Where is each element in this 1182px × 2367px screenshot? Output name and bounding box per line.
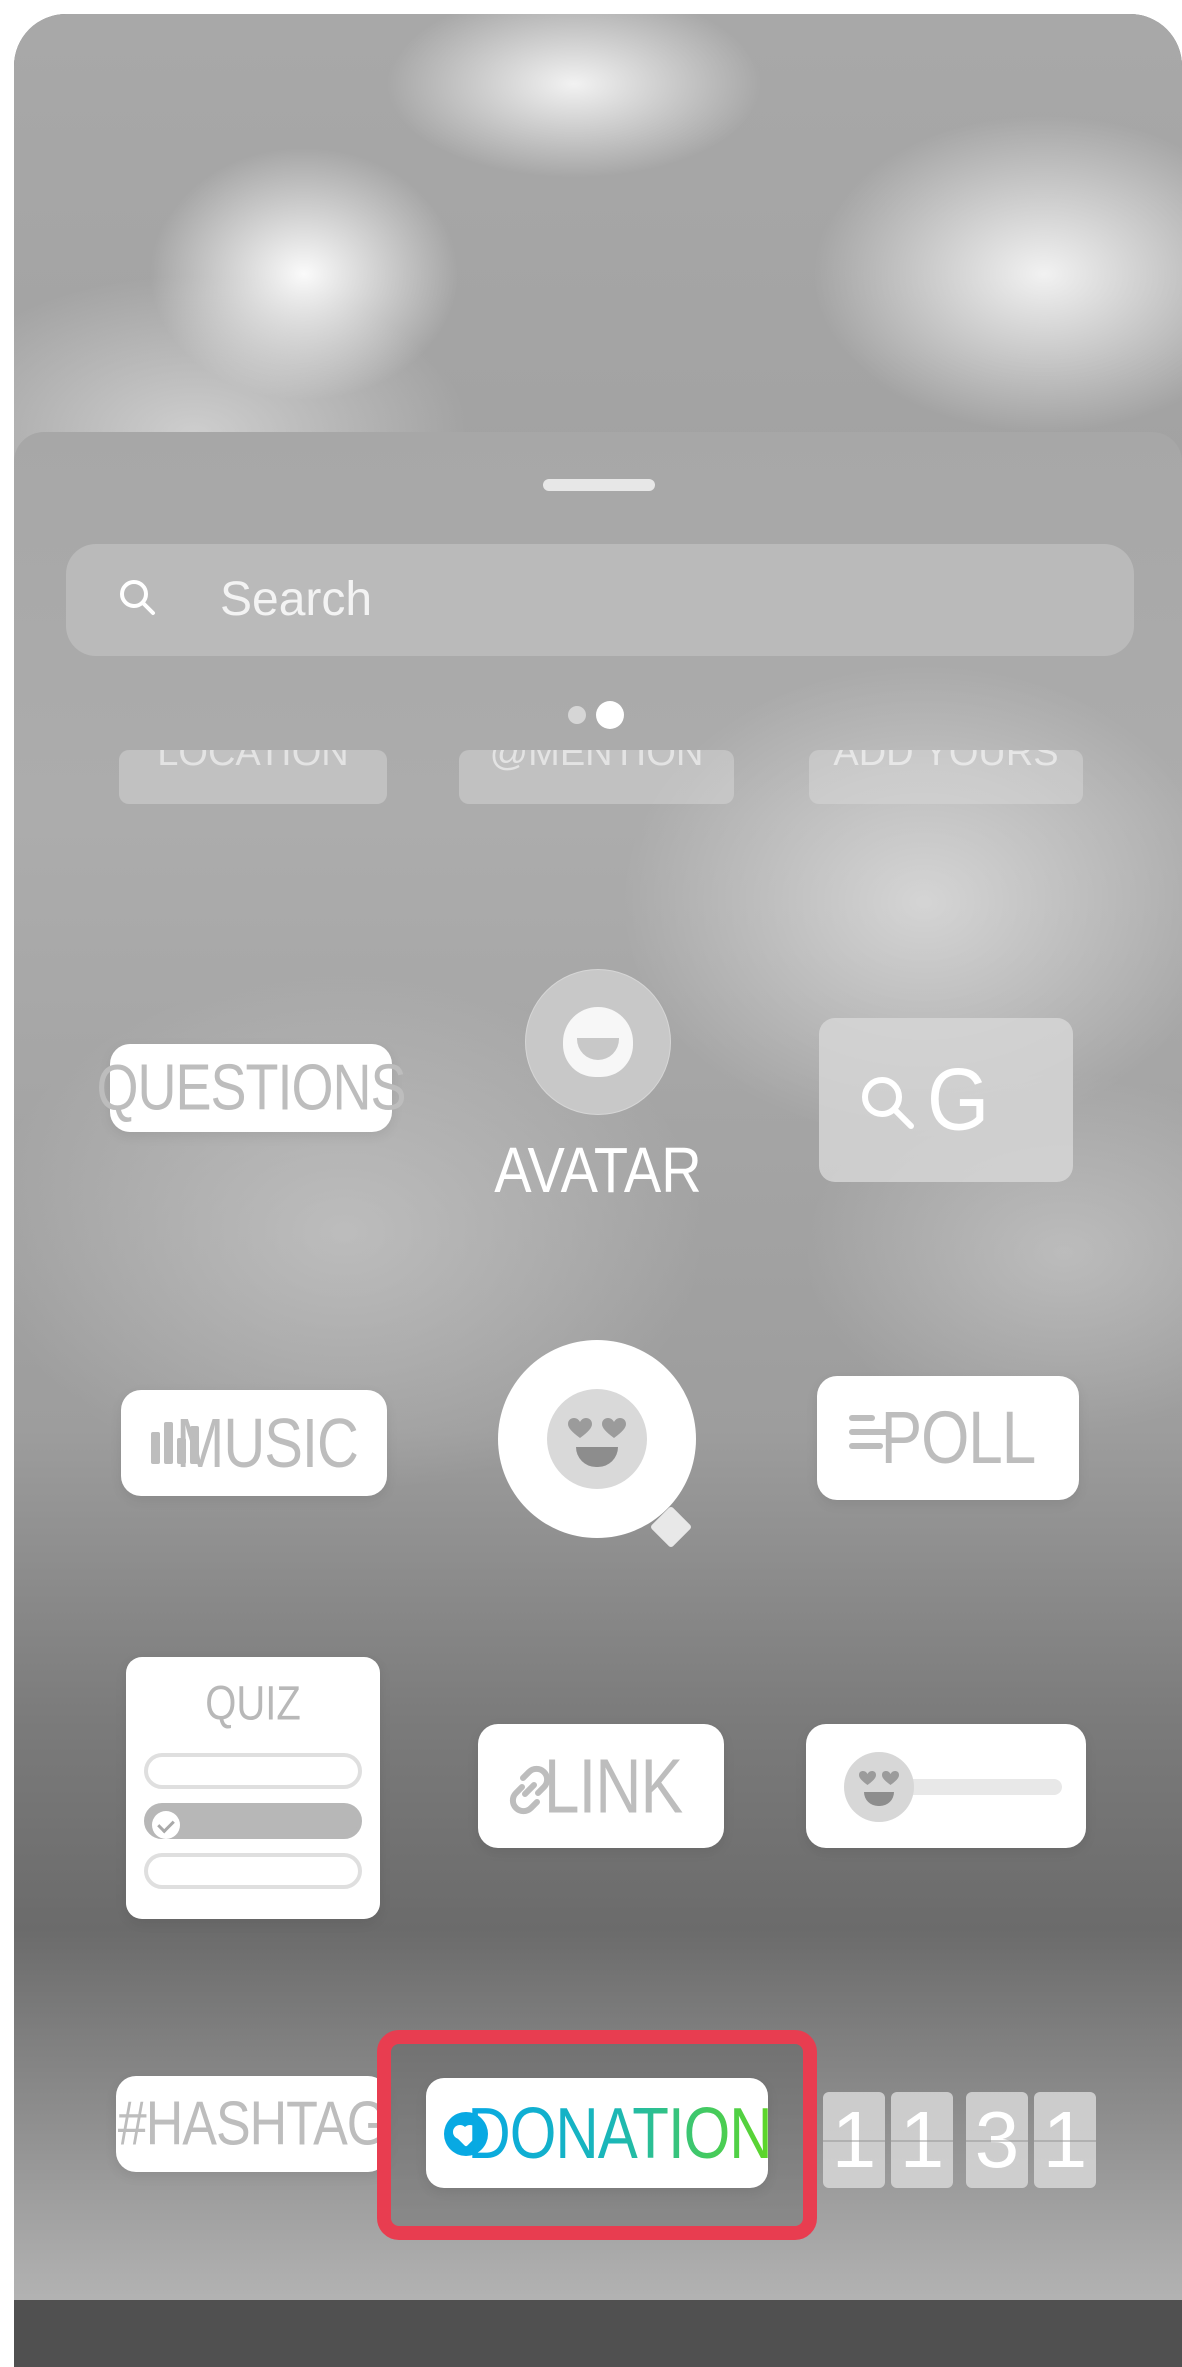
sticker-location[interactable]: LOCATION [119,750,387,804]
search-box[interactable]: Search [66,544,1134,656]
sticker-questions[interactable]: QUESTIONS [96,1044,407,1132]
heart-eye-left [568,1418,592,1439]
bottom-strip [14,2300,1182,2367]
sticker-link[interactable]: LINK [478,1724,724,1848]
heart-eye-right [882,1771,899,1786]
heart-eye-left [859,1771,876,1786]
sticker-add-yours-label: ADD YOURS [833,750,1059,774]
sticker-picker-screen: Search LOCATION @MENTION ADD YOURS QUEST… [14,14,1182,2367]
emoji-mouth [576,1447,618,1467]
sticker-questions-label: QUESTIONS [96,1052,406,1124]
sticker-donation[interactable]: DONATION [426,2078,773,2188]
quiz-option [144,1753,362,1789]
page-dot-active [596,701,624,729]
quiz-option [144,1853,362,1889]
gif-search-icon [862,1077,914,1129]
sticker-poll[interactable]: POLL [817,1376,1079,1500]
sticker-location-label: LOCATION [157,750,349,774]
sticker-donation-label: DONATION [467,2067,772,2199]
sticker-music-label: MUSIC [176,1404,359,1482]
sticker-sheet: Search LOCATION @MENTION ADD YOURS QUEST… [14,432,1182,2352]
sticker-quiz-label: QUIZ [205,1677,301,1731]
avatar-icon [563,1007,633,1077]
countdown-digit: 1 [1034,2092,1096,2188]
sticker-hashtag[interactable]: #HASHTAG [116,2076,388,2172]
search-icon [120,580,155,615]
check-icon [152,1811,180,1839]
sticker-avatar[interactable] [525,969,671,1115]
countdown-digit: 1 [823,2092,885,2188]
sticker-mention[interactable]: @MENTION [459,750,734,804]
page-dot-inactive [568,706,586,724]
sticker-emoji-slider[interactable] [806,1724,1086,1848]
page-indicator [568,698,632,730]
sticker-add-yours[interactable]: ADD YOURS [809,750,1083,804]
sticker-mention-label: @MENTION [489,750,704,774]
search-input[interactable]: Search [220,572,372,628]
drag-handle[interactable] [543,479,655,491]
sticker-music[interactable]: MUSIC [121,1390,387,1496]
quiz-option-selected [144,1803,362,1839]
gif-letter: G [927,1050,990,1149]
sticker-poll-label: POLL [880,1396,1037,1480]
heart-eyes-emoji-icon [844,1752,914,1822]
sticker-avatar-label: AVATAR [494,1133,702,1206]
heart-eye-right [602,1418,626,1439]
heart-eyes-emoji-icon [547,1389,647,1489]
sticker-gif[interactable]: G [819,1018,1073,1182]
sticker-hashtag-label: #HASHTAG [117,2089,387,2159]
emoji-mouth [864,1792,894,1806]
countdown-digit: 1 [891,2092,953,2188]
sticker-emoji-reaction[interactable] [498,1340,696,1538]
countdown-digit: 3 [966,2092,1028,2188]
sticker-countdown[interactable]: 1 1 3 1 [823,2092,1096,2188]
sticker-link-label: LINK [543,1742,683,1830]
sticker-quiz[interactable]: QUIZ [126,1657,380,1919]
